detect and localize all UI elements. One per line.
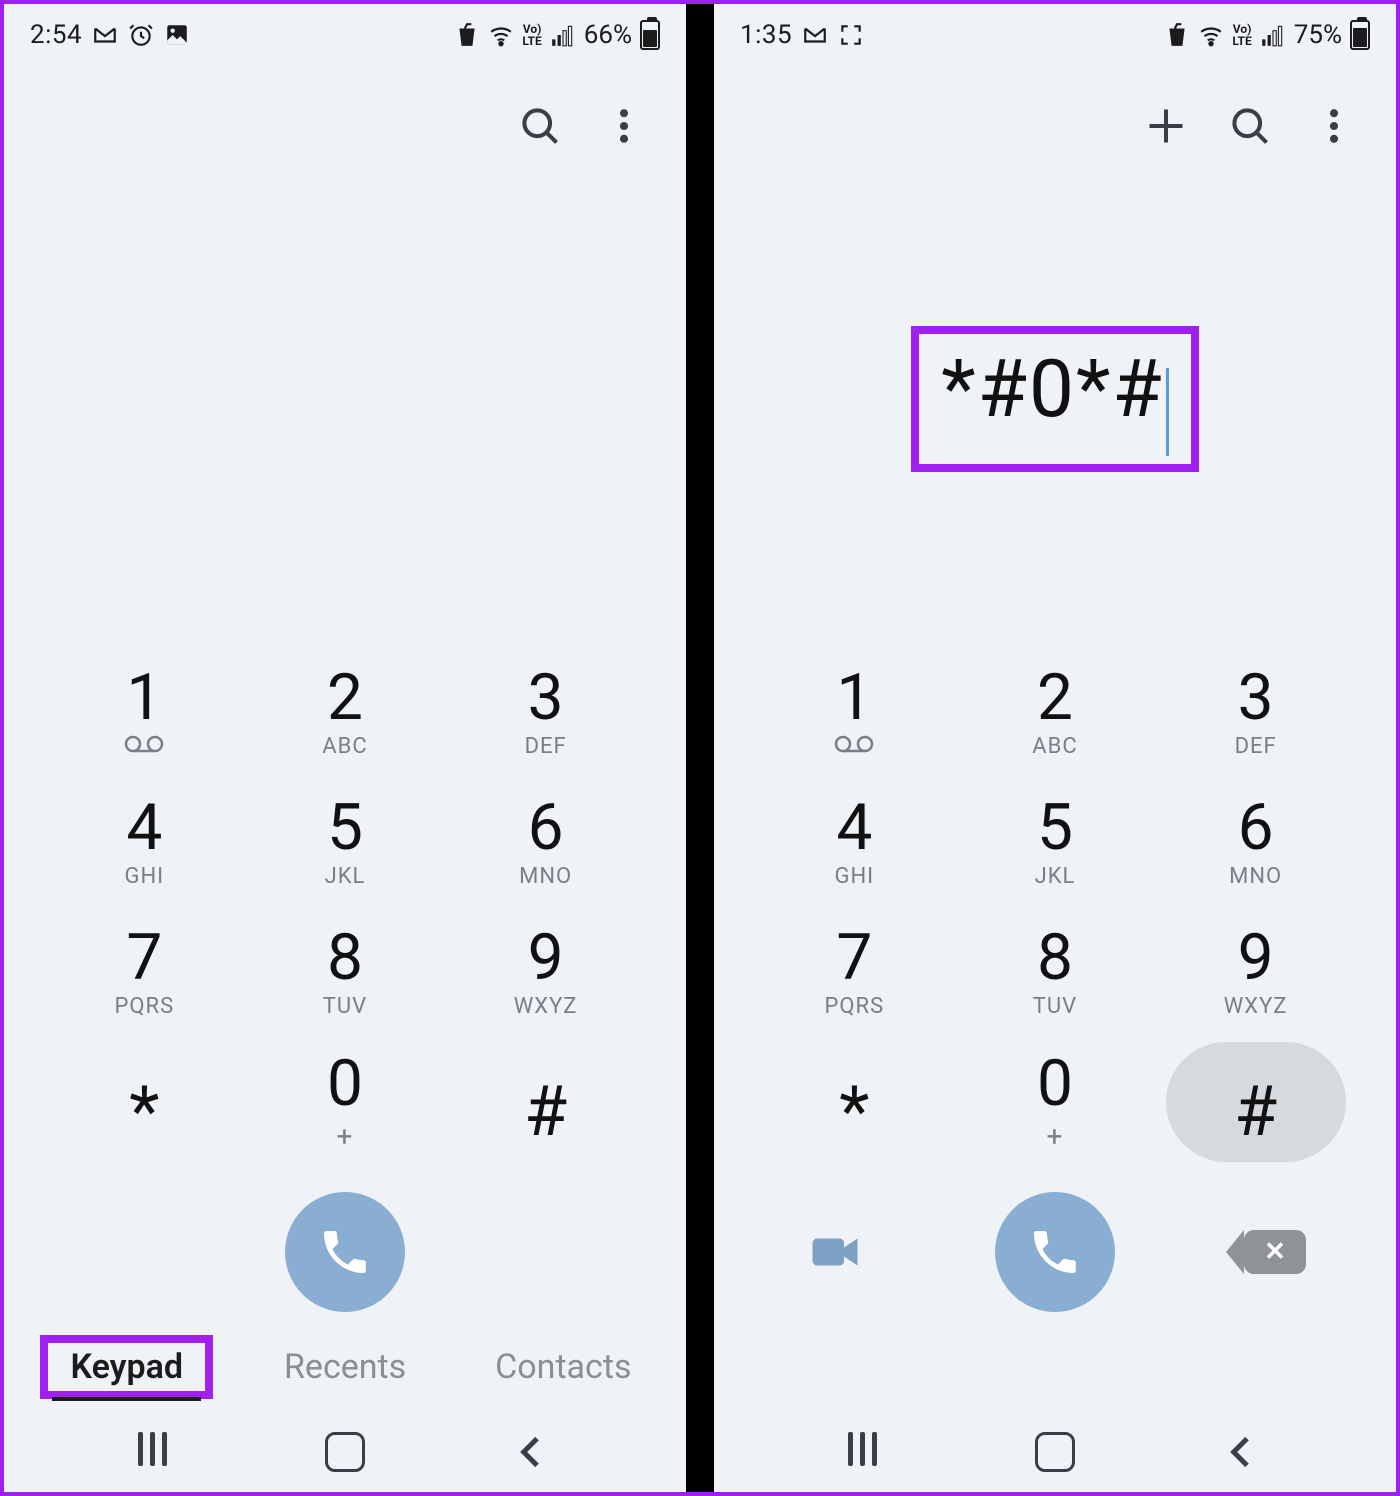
key-2[interactable]: 2ABC (255, 652, 435, 772)
keypad: 12ABC3DEF 4GHI5JKL6MNO 7PQRS8TUV9WXYZ *0+# (4, 652, 686, 1182)
add-icon[interactable] (1144, 104, 1188, 148)
key-2[interactable]: 2ABC (965, 652, 1145, 772)
key-3[interactable]: 3DEF (456, 652, 636, 772)
key-9[interactable]: 9WXYZ (456, 912, 636, 1032)
dial-display (4, 186, 686, 652)
status-bar: 2:54 Vo)LTE 66% (4, 4, 686, 66)
phone-screen-right: 1:35 Vo)LTE 75% *#0*# 12ABC3DEF4GH (714, 4, 1396, 1492)
nav-recent-icon[interactable] (848, 1432, 888, 1472)
key-3[interactable]: 3DEF (1166, 652, 1346, 772)
backspace-icon: ✕ (1244, 1230, 1306, 1274)
dial-display: *#0*# (714, 186, 1396, 652)
tabs-placeholder (714, 1322, 1396, 1412)
key-6[interactable]: 6MNO (1166, 782, 1346, 902)
status-time: 2:54 (30, 20, 82, 50)
key-9[interactable]: 9WXYZ (1166, 912, 1346, 1032)
status-time: 1:35 (740, 20, 792, 50)
key-0[interactable]: 0+ (965, 1042, 1145, 1162)
key-5[interactable]: 5JKL (255, 782, 435, 902)
search-icon[interactable] (518, 104, 562, 148)
voicemail-icon (124, 734, 164, 759)
battery-percent: 66% (584, 20, 632, 50)
toolbar (714, 66, 1396, 186)
backspace-button[interactable]: ✕ (1235, 1212, 1315, 1292)
bottom-tabs: Keypad Recents Contacts (4, 1322, 686, 1412)
key-7[interactable]: 7PQRS (764, 912, 944, 1032)
call-button[interactable] (285, 1192, 405, 1312)
nav-bar (714, 1412, 1396, 1492)
more-icon[interactable] (1312, 104, 1356, 148)
key-star[interactable]: * (764, 1042, 944, 1162)
juice-icon (454, 22, 480, 48)
key-star[interactable]: * (54, 1042, 234, 1162)
video-call-placeholder (85, 1212, 165, 1292)
fullscreen-icon (838, 22, 864, 48)
key-0[interactable]: 0+ (255, 1042, 435, 1162)
tab-keypad-wrap: Keypad (40, 1335, 213, 1399)
key-1[interactable]: 1 (54, 652, 234, 772)
key-8[interactable]: 8TUV (965, 912, 1145, 1032)
video-call-button[interactable] (795, 1212, 875, 1292)
nav-back-icon[interactable] (1222, 1432, 1262, 1472)
tab-recents[interactable]: Recents (266, 1337, 424, 1397)
key-6[interactable]: 6MNO (456, 782, 636, 902)
tab-keypad[interactable]: Keypad (52, 1337, 201, 1401)
wifi-icon (1198, 22, 1224, 48)
gmail-icon (92, 22, 118, 48)
status-bar: 1:35 Vo)LTE 75% (714, 4, 1396, 66)
signal-icon (550, 22, 576, 48)
key-4[interactable]: 4GHI (54, 782, 234, 902)
key-5[interactable]: 5JKL (965, 782, 1145, 902)
key-4[interactable]: 4GHI (764, 782, 944, 902)
key-hash[interactable]: # (456, 1042, 636, 1162)
dialed-number-highlight: *#0*# (911, 326, 1198, 472)
nav-home-icon[interactable] (1035, 1432, 1075, 1472)
call-row: ✕ (714, 1182, 1396, 1322)
backspace-placeholder (525, 1212, 605, 1292)
search-icon[interactable] (1228, 104, 1272, 148)
battery-icon (1350, 20, 1370, 50)
alarm-icon (128, 22, 154, 48)
key-8[interactable]: 8TUV (255, 912, 435, 1032)
voicemail-icon (834, 734, 874, 759)
more-icon[interactable] (602, 104, 646, 148)
tab-contacts[interactable]: Contacts (477, 1337, 649, 1397)
key-1[interactable]: 1 (764, 652, 944, 772)
call-button[interactable] (995, 1192, 1115, 1312)
key-hash[interactable]: # (1166, 1042, 1346, 1162)
nav-bar (4, 1412, 686, 1492)
gmail-icon (802, 22, 828, 48)
volte-icon: Vo)LTE (1232, 23, 1251, 47)
toolbar (4, 66, 686, 186)
volte-icon: Vo)LTE (522, 23, 541, 47)
signal-icon (1260, 22, 1286, 48)
battery-percent: 75% (1294, 20, 1342, 50)
phone-screen-left: 2:54 Vo)LTE 66% 12ABC3DEF 4GHI5JKL6MNO 7PQ… (4, 4, 686, 1492)
text-cursor (1166, 368, 1169, 456)
juice-icon (1164, 22, 1190, 48)
key-7[interactable]: 7PQRS (54, 912, 234, 1032)
dialed-number: *#0*# (941, 342, 1163, 436)
nav-home-icon[interactable] (325, 1432, 365, 1472)
nav-back-icon[interactable] (512, 1432, 552, 1472)
keypad: 12ABC3DEF 4GHI5JKL6MNO 7PQRS8TUV9WXYZ *0+# (714, 652, 1396, 1182)
gallery-icon (164, 22, 190, 48)
call-row (4, 1182, 686, 1322)
battery-icon (640, 20, 660, 50)
wifi-icon (488, 22, 514, 48)
nav-recent-icon[interactable] (138, 1432, 178, 1472)
